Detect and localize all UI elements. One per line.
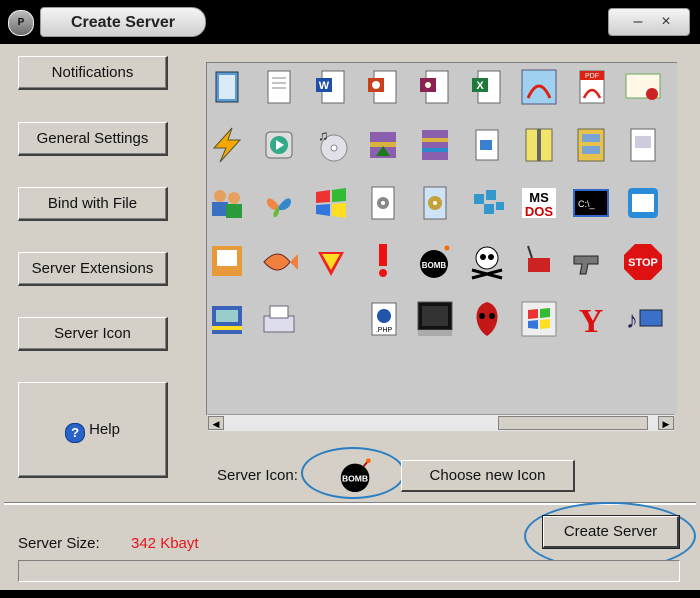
fax-icon[interactable] (257, 297, 301, 341)
svg-text:Y: Y (579, 303, 604, 340)
stop-sign-icon[interactable]: STOP (621, 239, 665, 283)
server-extensions-label: Server Extensions (31, 260, 154, 277)
server-icon-button[interactable]: Server Icon (18, 317, 168, 351)
sidebar-nav: Notifications General Settings Bind with… (4, 46, 180, 500)
shortcut-icon[interactable] (621, 181, 665, 225)
close-button[interactable]: × (653, 12, 679, 32)
cd-audio-icon[interactable]: ♫ (309, 123, 353, 167)
windows-flag-icon[interactable] (517, 297, 561, 341)
fish-icon[interactable] (257, 239, 301, 283)
svg-text:MS: MS (529, 190, 549, 205)
help-label: Help (89, 421, 120, 438)
word-document-icon[interactable]: W (309, 65, 353, 109)
ms-dos-icon[interactable]: MS DOS (517, 181, 561, 225)
general-settings-button[interactable]: General Settings (18, 122, 168, 156)
horizontal-scrollbar[interactable]: ◀ ▶ (208, 414, 674, 431)
help-button[interactable]: ? Help (18, 382, 168, 478)
alien-icon[interactable] (465, 297, 509, 341)
title-bar[interactable]: P Create Server – × (0, 0, 700, 44)
windows-xp-icon[interactable] (309, 181, 353, 225)
dynamite-icon[interactable] (517, 239, 561, 283)
window-controls: – × (608, 8, 690, 36)
winamp-icon[interactable] (207, 123, 249, 167)
server-extensions-button[interactable]: Server Extensions (18, 252, 168, 286)
gear-document-icon[interactable] (413, 181, 457, 225)
svg-text:PDF: PDF (585, 73, 599, 80)
scroll-left-arrow-icon[interactable]: ◀ (208, 416, 224, 430)
bind-with-file-button[interactable]: Bind with File (18, 187, 168, 221)
msn-users-icon[interactable] (207, 181, 249, 225)
scroll-right-arrow-icon[interactable]: ▶ (658, 416, 674, 430)
server-icon-nav-label: Server Icon (54, 325, 131, 342)
revolver-icon[interactable] (569, 239, 613, 283)
registry-icon[interactable] (465, 181, 509, 225)
svg-text:BOMB: BOMB (422, 261, 447, 270)
help-icon: ? (65, 423, 86, 443)
choose-new-icon-button[interactable]: Choose new Icon (401, 460, 575, 492)
create-server-window: P Create Server – × Notifications Genera… (0, 0, 700, 598)
command-prompt-icon[interactable]: C:\_ (569, 181, 613, 225)
svg-text:C:\_: C:\_ (578, 199, 596, 209)
icon-grid[interactable]: W X PDF ♫ MS DOS C:\_ BOMB STOP .PHP Y ♪ (206, 62, 677, 415)
notepad-icon[interactable] (207, 65, 249, 109)
bomb-text: BOMB (342, 474, 368, 484)
pdf-icon[interactable]: PDF (569, 65, 613, 109)
window-bottom-edge (0, 590, 700, 598)
title-tab: Create Server (40, 7, 206, 37)
network-icon[interactable] (207, 297, 249, 341)
excel-icon[interactable]: X (465, 65, 509, 109)
progress-bar (18, 560, 680, 582)
bomb-icon[interactable]: BOMB (413, 239, 457, 283)
zip-icon[interactable] (517, 123, 561, 167)
winrar-archive-icon[interactable] (413, 123, 457, 167)
svg-text:♫: ♫ (318, 127, 329, 143)
bind-with-file-label: Bind with File (47, 195, 138, 212)
scroll-thumb[interactable] (498, 416, 648, 430)
text-document-icon[interactable] (257, 65, 301, 109)
server-icon-label: Server Icon: (217, 467, 298, 484)
file-link-icon[interactable] (465, 123, 509, 167)
skull-icon[interactable] (465, 239, 509, 283)
superman-icon[interactable] (309, 239, 353, 283)
exclamation-icon[interactable] (361, 239, 405, 283)
svg-text:W: W (319, 80, 330, 92)
window-title: Create Server (70, 14, 176, 31)
yahoo-icon[interactable]: Y (569, 297, 613, 341)
notifications-label: Notifications (51, 64, 134, 81)
tv-screen-icon[interactable] (413, 297, 457, 341)
icon-picker-panel: W X PDF ♫ MS DOS C:\_ BOMB STOP .PHP Y ♪ ◀ ▶ (198, 46, 692, 436)
svg-text:DOS: DOS (525, 204, 554, 219)
svg-text:STOP: STOP (628, 257, 658, 269)
svg-text:♪: ♪ (626, 307, 638, 334)
minimize-button[interactable]: – (625, 12, 651, 32)
certificate-icon[interactable] (621, 65, 665, 109)
app-icon: P (8, 10, 34, 36)
general-settings-label: General Settings (36, 130, 149, 147)
powerpoint-icon[interactable] (361, 65, 405, 109)
svg-text:X: X (476, 80, 484, 92)
create-server-button[interactable]: Create Server (543, 516, 679, 548)
access-icon[interactable] (413, 65, 457, 109)
acrobat-icon[interactable] (517, 65, 561, 109)
archive-cabinet-icon[interactable] (569, 123, 613, 167)
server-size-label: Server Size: (18, 535, 100, 552)
php-file-icon[interactable]: .PHP (361, 297, 405, 341)
music-video-icon[interactable]: ♪ (621, 297, 665, 341)
svg-text:.PHP: .PHP (376, 327, 393, 334)
selected-server-icon: BOMB (336, 455, 376, 495)
notifications-button[interactable]: Notifications (18, 56, 168, 90)
winrar-installer-icon[interactable] (361, 123, 405, 167)
media-player-icon[interactable] (257, 123, 301, 167)
server-size-value: 342 Kbayt (131, 535, 199, 552)
msn-butterfly-icon[interactable] (257, 181, 301, 225)
finder-icon[interactable] (207, 239, 249, 283)
settings-file-icon[interactable] (361, 181, 405, 225)
frame-icon[interactable] (621, 123, 665, 167)
